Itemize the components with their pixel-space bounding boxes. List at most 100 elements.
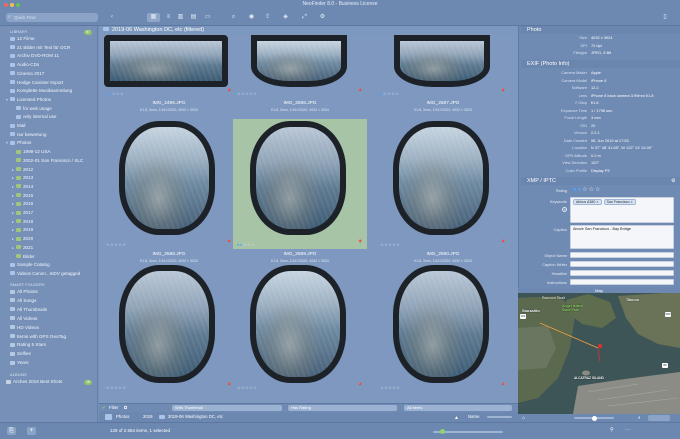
thumbnail-cell[interactable]: ●☆☆☆☆ 📍 IMG_2587.JPG f/1.8, 3mm, 1/16 ISO20… xyxy=(376,35,510,115)
add-catalog-button[interactable]: + xyxy=(27,427,36,435)
smart-folder-item[interactable]: All Photos xyxy=(10,289,94,295)
map-view[interactable]: Map Sausalito Raccoon Strait Angel Islan… xyxy=(518,288,680,414)
sort-label[interactable]: Name xyxy=(468,412,479,422)
smart-folder-item[interactable]: All Thumbnails xyxy=(10,307,94,313)
thumbnail-cell[interactable]: ☆☆☆☆☆ 📍 xyxy=(102,263,236,393)
sidebar-item[interactable]: ▸ 2020 xyxy=(12,236,94,242)
sidebar-item[interactable]: Cinema 2017 xyxy=(6,71,94,77)
sidebar-item[interactable]: ▸ 2021 xyxy=(12,245,94,251)
share-icon[interactable]: ⇪ xyxy=(263,13,272,22)
sidebar-item[interactable]: ▸ 2013 xyxy=(12,175,94,181)
smart-folder-item[interactable]: HD Videos xyxy=(10,325,94,331)
smart-folder-item[interactable]: Items with GPS GeoTag xyxy=(10,334,94,340)
caption-field[interactable]: Above San Francisco - Bay Bridge xyxy=(570,225,674,249)
rating-stars[interactable]: ☆☆☆☆☆ xyxy=(380,242,400,247)
thumbnail-cell[interactable]: ●●☆☆☆ 📍 IMG_2496.JPG f/1.8, 3mm, 1/16 ISO20… xyxy=(102,35,236,115)
gallery-view-icon[interactable]: ▤ xyxy=(189,13,198,22)
tag-icon[interactable]: ◈ xyxy=(281,13,290,22)
sidebar-item[interactable]: ▸ 2016 xyxy=(12,201,94,207)
smart-folder-item[interactable]: Years xyxy=(10,360,94,366)
sidebar-item[interactable]: ▾ Photos xyxy=(6,140,94,146)
sidebar-item[interactable]: ▸ 2015 xyxy=(12,193,94,199)
rating-stars[interactable]: ☆☆☆☆☆ xyxy=(380,385,400,390)
sidebar-item[interactable]: ▸ 2018 xyxy=(12,219,94,225)
rating-stars[interactable]: ☆☆☆☆☆ xyxy=(106,242,126,247)
fullscreen-icon[interactable]: ⤢ xyxy=(300,13,309,22)
sidebar-item[interactable]: Komplette Musiksammlung xyxy=(6,88,94,94)
filter-select-items[interactable]: All Items xyxy=(404,405,512,411)
rating-stars[interactable]: ☆☆☆☆☆ xyxy=(237,91,257,96)
sidebar-item[interactable]: ▸ 2019 xyxy=(12,227,94,233)
map-layers-icon[interactable]: ◐ xyxy=(638,415,641,421)
rating-stars[interactable]: ☆☆☆☆☆ xyxy=(237,385,257,390)
sidebar-item[interactable]: Sample Catalog xyxy=(6,262,94,268)
sidebar-item[interactable]: Videos Canon...InDV getagged xyxy=(6,271,94,277)
thumbnail-cell[interactable]: ●●☆☆☆ 📍 IMG_2589.JPG f/1.8, 3mm, 1/16 ISO20… xyxy=(233,119,367,263)
sidebar-toggle-icon[interactable]: ▯ xyxy=(660,13,670,22)
rating-stars[interactable]: ●●☆☆☆ xyxy=(106,91,124,96)
search-input[interactable]: ⌕ Quick Find xyxy=(6,13,98,22)
preview-icon[interactable]: ▭ xyxy=(203,13,212,22)
caption-writer-field[interactable] xyxy=(570,261,674,267)
sidebar-item[interactable]: nur bewertung xyxy=(6,132,94,138)
sidebar-item[interactable]: ▸ 2012 xyxy=(12,167,94,173)
adjust-icon[interactable]: ⚲ xyxy=(610,427,614,433)
object-name-field[interactable] xyxy=(570,252,674,258)
sidebar-item[interactable]: ▸ 2014 xyxy=(12,184,94,190)
list-view-icon[interactable]: ≡ xyxy=(164,13,173,22)
thumbnail-cell[interactable]: ☆☆☆☆☆ 📍 IMG_2588.JPG f/1.8, 3mm, 1/16 ISO20… xyxy=(102,119,236,263)
sidebar-item[interactable]: Bilder xyxy=(12,254,94,260)
rating-stars[interactable]: ●●☆☆☆ xyxy=(573,186,601,193)
sidebar-item[interactable]: 1998-12 USA xyxy=(12,149,94,155)
photo-section-header[interactable]: Photo xyxy=(521,26,680,34)
sidebar-item[interactable]: ▾ Licensed Photos xyxy=(6,97,94,103)
filter-check-icon[interactable]: ✔ xyxy=(102,404,106,412)
settings-gear-icon[interactable]: ⚙ xyxy=(318,13,327,22)
sidebar-item[interactable]: Mail xyxy=(6,123,94,129)
more-icon[interactable]: ⋯ xyxy=(625,427,630,433)
sidebar-item[interactable]: 2002-01 San Francisco / SLC xyxy=(12,158,94,164)
sidebar-item[interactable]: 21 Bilder mit Text für OCR xyxy=(6,45,94,51)
keyword-tag[interactable]: San Francisco × xyxy=(603,199,636,205)
toggle-sidebar-button[interactable]: ⎘ xyxy=(7,427,16,435)
zoom-slider-knob[interactable] xyxy=(440,429,445,434)
rating-stars[interactable]: ●☆☆☆☆ xyxy=(380,91,399,96)
column-view-icon[interactable]: ▥ xyxy=(176,13,185,22)
path-segment-photos[interactable]: Photos xyxy=(116,412,129,422)
smart-folder-item[interactable]: All Videos xyxy=(10,316,94,322)
info-icon[interactable]: ◉ xyxy=(247,13,256,22)
thumbnail-cell[interactable]: ☆☆☆☆☆ 📍 IMG_2586.JPG f/1.8, 3mm, 1/16 ISO20… xyxy=(233,35,367,115)
rating-stars[interactable]: ●●☆☆☆ xyxy=(237,242,255,247)
add-keyword-icon[interactable]: + xyxy=(562,207,567,212)
map-search-field[interactable] xyxy=(648,415,670,421)
filter-select-thumbnail[interactable]: With Thumbnail xyxy=(172,405,282,411)
sidebar-item[interactable]: for web usage xyxy=(12,106,94,112)
sidebar-item[interactable]: Audio-CDs xyxy=(6,62,94,68)
sidebar-item[interactable]: Hedge Canister Import xyxy=(6,80,94,86)
exif-section-header[interactable]: EXIF (Photo Info) xyxy=(521,60,680,68)
keyword-tag[interactable]: Airbus A380 × xyxy=(573,199,602,205)
rating-star-icon[interactable]: ☆☆☆ xyxy=(582,187,601,193)
thumbnail-cell[interactable]: ☆☆☆☆☆ 📍 IMG_2590.JPG f/1.8, 3mm, 1/16 ISO20… xyxy=(376,119,510,263)
smart-folder-item[interactable]: All Songs xyxy=(10,298,94,304)
filter-select-rating[interactable]: Has Rating xyxy=(288,405,397,411)
sidebar-item[interactable]: 12 Filme xyxy=(6,36,94,42)
rating-stars[interactable]: ☆☆☆☆☆ xyxy=(106,385,126,390)
path-segment-year[interactable]: 2019 xyxy=(143,412,153,422)
keywords-field[interactable]: Airbus A380 × San Francisco × xyxy=(570,197,674,223)
xmp-section-header[interactable]: XMP / IPTC xyxy=(521,177,680,185)
rating-star-icon[interactable]: ●● xyxy=(573,187,582,193)
smart-folder-item[interactable]: Rating 5 Stars xyxy=(10,342,94,348)
find-icon[interactable]: ⌕ xyxy=(229,13,238,22)
thumbnail-cell[interactable]: ☆☆☆☆☆ 📍 xyxy=(376,263,510,393)
album-item[interactable]: Arches 2018 Best Shots xyxy=(6,379,94,385)
sidebar-item[interactable]: only internal use xyxy=(12,114,94,120)
icon-view-icon[interactable]: ▦ xyxy=(147,13,160,22)
smart-folder-item[interactable]: Selfies xyxy=(10,351,94,357)
thumbnail-size-slider[interactable] xyxy=(487,416,512,418)
back-icon[interactable]: ‹ xyxy=(108,13,116,22)
map-zoom-knob[interactable] xyxy=(592,415,597,421)
sidebar-item[interactable]: ▸ 2017 xyxy=(12,210,94,216)
headline-field[interactable] xyxy=(570,270,674,276)
xmp-settings-icon[interactable]: ⚙ xyxy=(671,178,675,184)
